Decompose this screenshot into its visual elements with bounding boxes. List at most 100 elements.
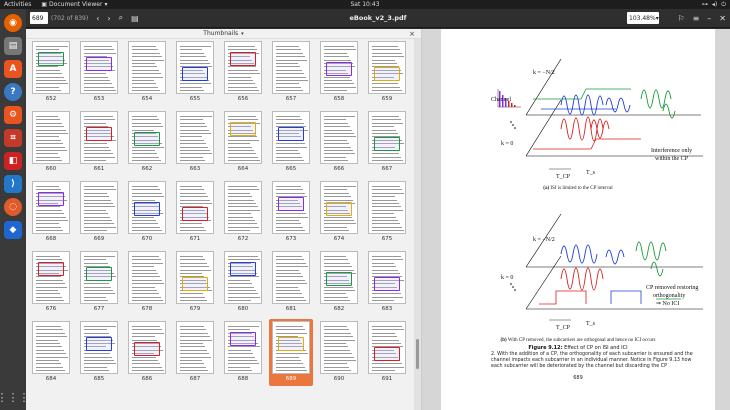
thumbnail-page-number: 690	[333, 376, 345, 382]
thumbnail-page[interactable]: 659	[365, 41, 409, 111]
thumbnail-text-line	[228, 196, 252, 198]
thumbnail-page[interactable]: 676	[29, 251, 73, 321]
thumbnail-image	[320, 251, 358, 304]
thumbnail-text-line	[372, 160, 403, 162]
scrollbar-thumb[interactable]	[416, 339, 419, 369]
thumbnail-text-line	[276, 213, 306, 215]
thumbnail-text-line	[132, 80, 154, 81]
thumbnail-text-line	[228, 370, 252, 372]
thumbnail-text-line	[132, 370, 164, 372]
thumbnail-page[interactable]: 665	[269, 111, 313, 181]
thumbnail-page[interactable]: 677	[77, 251, 121, 321]
thumbnail-page[interactable]: 680	[221, 251, 265, 321]
thumbnail-page-number: 673	[285, 236, 297, 242]
thumbnail-page[interactable]: 664	[221, 111, 265, 181]
thumbnail-page[interactable]: 686	[125, 321, 169, 391]
dropbox-icon[interactable]: ◆	[4, 221, 22, 239]
thumbnail-figure	[278, 197, 304, 211]
thumbnail-page[interactable]: 673	[269, 181, 313, 251]
thumbnail-page[interactable]: 656	[221, 41, 265, 111]
thumbnail-page[interactable]: 653	[77, 41, 121, 111]
thumbnail-text-line	[324, 46, 354, 47]
thumbnail-text-line	[36, 160, 62, 162]
scrollbar[interactable]	[414, 39, 421, 410]
thumbnail-page[interactable]: 685	[77, 321, 121, 391]
thumbnail-image	[128, 111, 166, 164]
thumbnail-figure	[374, 277, 400, 291]
close-window-icon[interactable]: ✕	[719, 14, 726, 23]
thumbnail-text-line	[276, 90, 303, 92]
thumbnail-page[interactable]: 672	[221, 181, 265, 251]
thumbnail-text-line	[324, 296, 348, 298]
settings-icon[interactable]: ⚙	[4, 106, 22, 124]
system-tray[interactable]: ⊶ ◂) ⏻	[702, 1, 726, 9]
thumbnail-page-number: 689	[285, 376, 297, 382]
thumbnail-text-line	[228, 199, 254, 201]
thumbnail-text-line	[84, 256, 115, 257]
thumbnail-page[interactable]: 657	[269, 41, 313, 111]
previous-page-icon[interactable]: ‹	[96, 14, 99, 23]
clock[interactable]: Sat 10:43	[350, 1, 379, 8]
menu-icon[interactable]: ≡	[693, 14, 700, 23]
thumbnail-text-line	[132, 129, 154, 131]
thumbnail-text-line	[228, 360, 257, 361]
software-center-icon[interactable]: A	[4, 60, 22, 78]
bookmark-icon[interactable]: ⚐	[677, 14, 684, 23]
next-page-icon[interactable]: ›	[107, 14, 110, 23]
close-icon[interactable]: ×	[409, 30, 415, 38]
thumbnail-page[interactable]: 666	[317, 111, 361, 181]
thumbnail-page[interactable]: 675	[365, 181, 409, 251]
thumbnail-text-line	[276, 220, 299, 221]
thumbnail-text-line	[276, 119, 302, 121]
document-viewer-dock-icon[interactable]: ◧	[4, 152, 22, 170]
ubuntu-icon[interactable]: ◌	[4, 198, 22, 216]
thumbnail-text-line	[372, 119, 401, 121]
vscode-icon[interactable]: ⟩	[4, 175, 22, 193]
thumbnail-page[interactable]: 681	[269, 251, 313, 321]
document-view[interactable]: k = −N/2 Channel k = 0 Interference only…	[422, 29, 730, 410]
thumbnail-page[interactable]: 679	[173, 251, 217, 321]
thumbnail-page[interactable]: 671	[173, 181, 217, 251]
thumbnail-page[interactable]: 662	[125, 111, 169, 181]
thumbnail-page[interactable]: 668	[29, 181, 73, 251]
thumbnail-page[interactable]: 689	[269, 319, 313, 391]
thumbnail-page[interactable]: 691	[365, 321, 409, 391]
thumbnail-page[interactable]: 654	[125, 41, 169, 111]
chevron-down-icon: ▾	[104, 1, 108, 8]
thumbnail-page[interactable]: 661	[77, 111, 121, 181]
annotate-icon[interactable]: ▤	[131, 14, 139, 23]
thumbnail-page[interactable]: 688	[221, 321, 265, 391]
thumbnail-page[interactable]: 660	[29, 111, 73, 181]
page-number-input[interactable]: 689	[30, 12, 48, 24]
thumbnail-page[interactable]: 655	[173, 41, 217, 111]
thumbnail-text-line	[132, 146, 164, 148]
thumbnail-page[interactable]: 687	[173, 321, 217, 391]
sidebar-header[interactable]: Thumbnails ▾ ×	[26, 29, 421, 39]
thumbnail-page[interactable]: 658	[317, 41, 361, 111]
thumbnail-page[interactable]: 669	[77, 181, 121, 251]
thumbnail-text-line	[276, 122, 304, 124]
firefox-icon[interactable]: ◉	[4, 14, 22, 32]
thumbnail-text-line	[228, 83, 255, 85]
thumbnail-page[interactable]: 682	[317, 251, 361, 321]
app-menu[interactable]: ▣ Document Viewer ▾	[41, 1, 107, 8]
thumbnail-page[interactable]: 652	[29, 41, 73, 111]
thumbnail-text-line	[324, 216, 352, 218]
thumbnail-page[interactable]: 684	[29, 321, 73, 391]
thumbnail-text-line	[228, 286, 254, 288]
thumbnail-image	[80, 111, 118, 164]
thumbnail-page[interactable]: 663	[173, 111, 217, 181]
files-icon[interactable]: ▤	[4, 37, 22, 55]
thumbnail-page[interactable]: 690	[317, 321, 361, 391]
help-icon[interactable]: ?	[4, 83, 22, 101]
thumbnail-page[interactable]: 667	[365, 111, 409, 181]
thumbnail-page[interactable]: 678	[125, 251, 169, 321]
scanner-icon[interactable]: ⌗	[4, 129, 22, 147]
zoom-selector[interactable]: 103.48% ▾	[627, 12, 659, 24]
minimize-icon[interactable]: –	[707, 14, 711, 23]
activities-button[interactable]: Activities	[4, 1, 31, 8]
thumbnail-page[interactable]: 683	[365, 251, 409, 321]
thumbnail-page[interactable]: 674	[317, 181, 361, 251]
thumbnail-page[interactable]: 670	[125, 181, 169, 251]
search-icon[interactable]: ⌕	[119, 13, 123, 23]
